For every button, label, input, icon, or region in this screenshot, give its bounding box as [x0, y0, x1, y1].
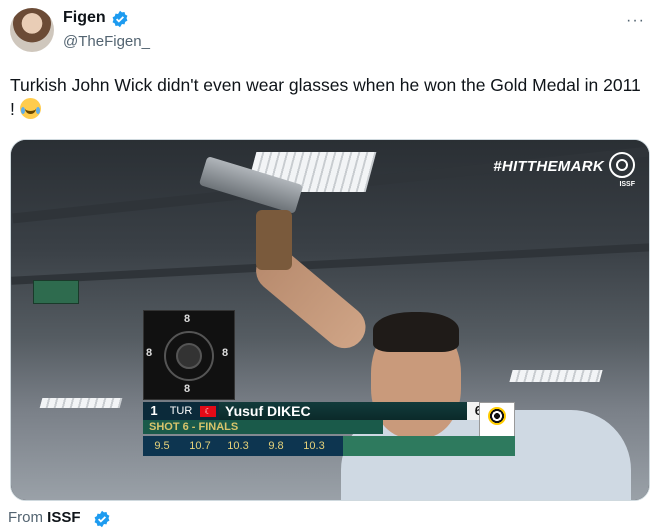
exit-sign [33, 280, 79, 304]
target-number: 8 [222, 347, 229, 359]
more-options-icon[interactable]: ··· [626, 12, 645, 30]
tweet-media[interactable]: 8 8 8 8 #HITTHEMARK ISSF 1 TUR ☾ Yusuf D… [10, 139, 650, 501]
laughing-tears-emoji-icon [19, 98, 41, 119]
author-name[interactable]: Figen [63, 9, 106, 27]
source-attribution: From ISSF [8, 509, 81, 526]
shot-score: 10.7 [189, 440, 211, 452]
author-handle[interactable]: @TheFigen_ [63, 33, 150, 50]
shot-score: 10.3 [227, 440, 249, 452]
hashtag-watermark: #HITTHEMARK [493, 158, 604, 175]
verified-badge-icon [112, 10, 128, 28]
athlete-name: Yusuf DIKEC [219, 402, 467, 420]
source-prefix: From [8, 509, 43, 526]
nation-code: TUR [165, 402, 197, 420]
scoreboard-row: 1 TUR ☾ Yusuf DIKEC 636.6 [143, 402, 515, 420]
ceiling-light [509, 370, 603, 382]
tweet-text: Turkish John Wick didn't even wear glass… [10, 73, 650, 121]
source-name[interactable]: ISSF [47, 509, 80, 526]
issf-badge-icon [479, 402, 515, 438]
target-ring [176, 343, 202, 369]
target-number: 8 [184, 383, 191, 395]
verified-badge-icon [94, 510, 110, 528]
stage-label: SHOT 6 - FINALS [143, 420, 383, 434]
turkey-flag-icon: ☾ [197, 402, 219, 420]
shot-score: 9.8 [268, 440, 284, 452]
tweet-body: Turkish John Wick didn't even wear glass… [10, 75, 641, 119]
athlete-hair [373, 312, 459, 352]
shot-score: 10.3 [303, 440, 325, 452]
issf-target-logo-icon [609, 152, 635, 178]
pistol-grip [256, 210, 292, 270]
watermark-org: ISSF [619, 181, 635, 188]
shot-score: 9.5 [154, 440, 170, 452]
shot-scores: 9.5 10.7 10.3 9.8 10.3 [143, 436, 343, 456]
target-board: 8 8 8 8 [143, 310, 235, 400]
rank: 1 [143, 402, 165, 420]
series-bar [343, 436, 515, 456]
author-avatar[interactable] [10, 8, 54, 52]
target-number: 8 [146, 347, 153, 359]
ceiling-light [39, 398, 123, 408]
target-number: 8 [184, 313, 191, 325]
